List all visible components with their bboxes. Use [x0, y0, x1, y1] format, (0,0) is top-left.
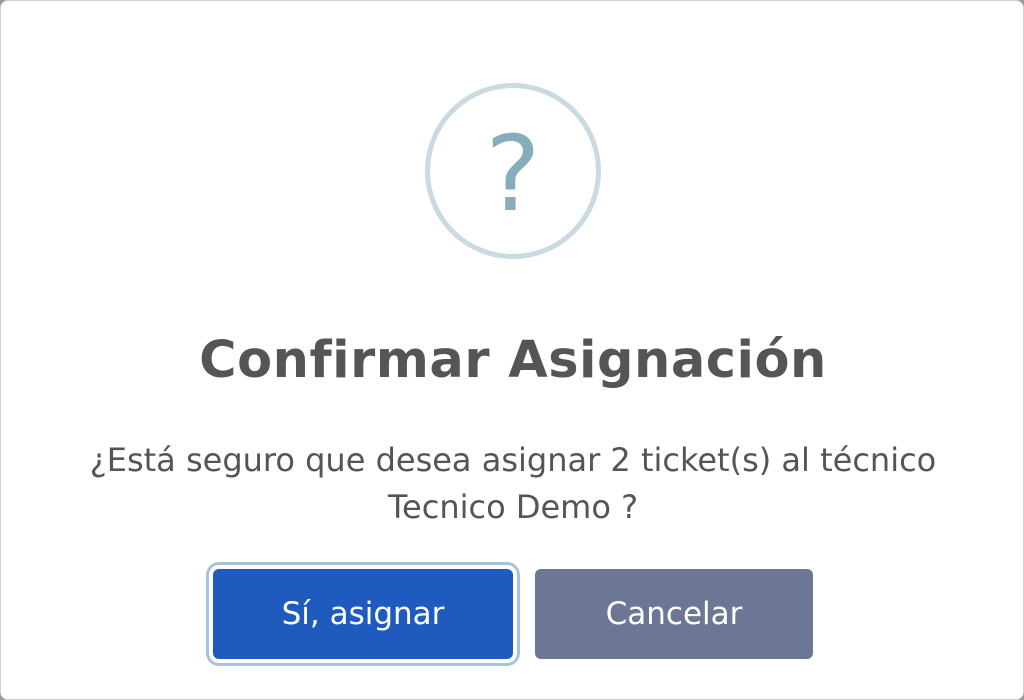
dialog-message: ¿Está seguro que desea asignar 2 ticket(… [61, 437, 965, 531]
dialog-message-line2: Tecnico Demo ? [387, 488, 639, 526]
dialog-title: Confirmar Asignación [199, 331, 827, 390]
dialog-message-line1: ¿Está seguro que desea asignar 2 ticket(… [89, 441, 937, 479]
cancel-button[interactable]: Cancelar [535, 569, 813, 659]
question-mark-icon: ? [425, 83, 601, 259]
question-mark-glyph: ? [485, 113, 541, 235]
confirm-dialog: ? Confirmar Asignación ¿Está seguro que … [0, 0, 1024, 700]
confirm-assign-button[interactable]: Sí, asignar [213, 569, 513, 659]
